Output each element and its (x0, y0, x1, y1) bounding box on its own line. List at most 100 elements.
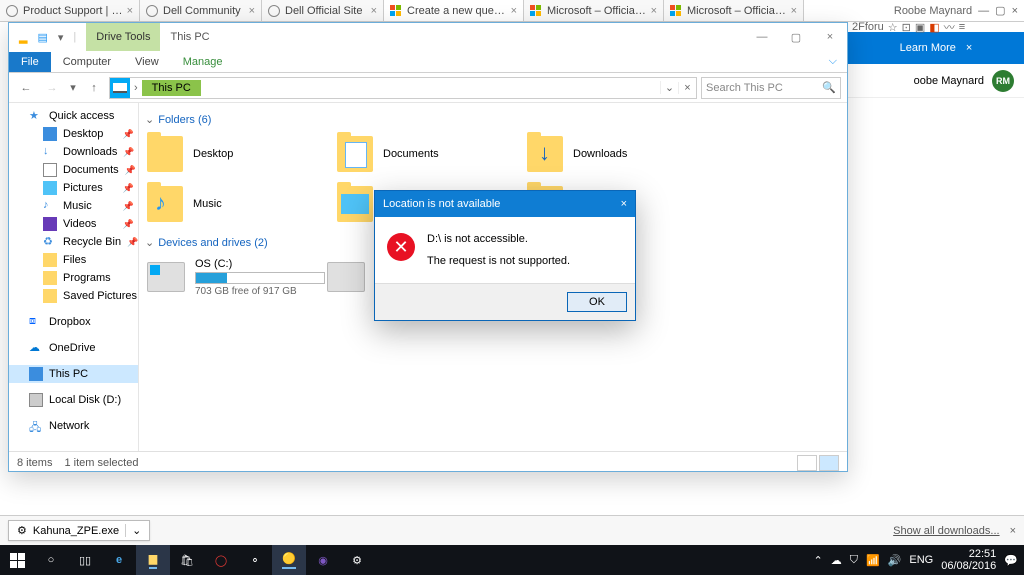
lang-indicator[interactable]: ENG (909, 554, 933, 566)
sidebar-item-documents[interactable]: Documents📌 (9, 161, 138, 179)
address-dropdown[interactable]: ⌄ (660, 81, 678, 94)
recent-dropdown[interactable]: ▾ (67, 77, 79, 99)
back-button[interactable]: ← (15, 77, 37, 99)
tiles-view-button[interactable] (819, 455, 839, 471)
sidebar-label: Desktop (63, 128, 103, 140)
sidebar-item-music[interactable]: ♪Music📌 (9, 197, 138, 215)
store-button[interactable]: 🛍 (170, 545, 204, 575)
close-icon[interactable]: × (1010, 525, 1016, 537)
close-icon[interactable]: × (791, 5, 797, 17)
folder-icon (337, 186, 373, 222)
app-button[interactable]: ◯ (204, 545, 238, 575)
details-view-button[interactable] (797, 455, 817, 471)
sidebar-item-network[interactable]: 🖧Network (9, 417, 138, 435)
task-view-button[interactable]: ▯▯ (68, 545, 102, 575)
ok-button[interactable]: OK (567, 292, 627, 312)
chrome-button[interactable]: 🟡 (272, 545, 306, 575)
minimize-button[interactable]: — (745, 23, 779, 51)
onedrive-tray-icon[interactable]: ☁ (831, 554, 842, 567)
close-icon[interactable]: × (621, 198, 627, 210)
close-icon[interactable]: × (127, 5, 133, 17)
properties-icon[interactable]: ▤ (37, 31, 47, 44)
drive-tools-tab[interactable]: Drive Tools (86, 23, 160, 51)
chevron-right-icon[interactable]: › (130, 82, 142, 94)
folder-music[interactable]: Music (145, 182, 335, 226)
close-icon[interactable]: × (371, 5, 377, 17)
sidebar-item-recycle[interactable]: ♻Recycle Bin📌 (9, 233, 138, 251)
tray-icon[interactable]: ⛉ (850, 554, 858, 567)
browser-tab[interactable]: Microsoft – Official Ho× (524, 0, 664, 21)
browser-tab[interactable]: Microsoft – Official Ho× (664, 0, 804, 21)
sidebar-item-thispc[interactable]: This PC (9, 365, 138, 383)
close-icon[interactable]: × (651, 5, 657, 17)
browser-tab[interactable]: Product Support | Dell× (0, 0, 140, 21)
title-bar[interactable]: ▂ ▤ ▾ | Drive Tools This PC — ▢ × (9, 23, 847, 51)
browser-tab-active[interactable]: Create a new question× (384, 0, 524, 21)
edge-button[interactable]: e (102, 545, 136, 575)
action-center-icon[interactable]: 💬 (1004, 554, 1018, 567)
ext-icon[interactable]: 〰 (944, 19, 955, 35)
address-bar[interactable]: › This PC ⌄ × (109, 77, 697, 99)
close-icon[interactable]: × (1012, 5, 1018, 17)
sidebar-item-videos[interactable]: Videos📌 (9, 215, 138, 233)
up-button[interactable]: ↑ (83, 77, 105, 99)
star-icon[interactable]: ☆ (888, 21, 898, 34)
ribbon-expand-icon[interactable]: ⌵ (819, 51, 847, 72)
learn-more-bar[interactable]: Learn More × (848, 32, 1024, 64)
tray-expand-icon[interactable]: ⌃ (814, 554, 823, 567)
show-all-downloads[interactable]: Show all downloads... (893, 525, 999, 537)
sidebar-item-saved-pictures[interactable]: Saved Pictures (9, 287, 138, 305)
forward-button[interactable]: → (41, 77, 63, 99)
close-icon[interactable]: × (511, 5, 517, 17)
sidebar-item-desktop[interactable]: Desktop📌 (9, 125, 138, 143)
explorer-button[interactable]: ▆ (136, 545, 170, 575)
folder-downloads[interactable]: Downloads (525, 132, 715, 176)
volume-tray-icon[interactable]: 🔊 (888, 554, 902, 567)
browser-tab[interactable]: Dell Official Site× (262, 0, 384, 21)
chevron-down-icon[interactable]: ⌄ (125, 524, 141, 537)
sidebar-item-dropbox[interactable]: ⧈Dropbox (9, 313, 138, 331)
folders-group-header[interactable]: ⌄Folders (6) (145, 109, 847, 132)
refresh-button[interactable]: × (678, 82, 696, 94)
office-icon[interactable]: ◧ (929, 21, 939, 34)
cortana-button[interactable]: ○ (34, 545, 68, 575)
folder-desktop[interactable]: Desktop (145, 132, 335, 176)
file-tab[interactable]: File (9, 52, 51, 72)
start-button[interactable] (0, 545, 34, 575)
dialog-title-bar[interactable]: Location is not available × (375, 191, 635, 217)
ext-icon[interactable]: ⊡ (902, 21, 911, 34)
menu-icon[interactable]: ≡ (959, 21, 965, 33)
sidebar-item-onedrive[interactable]: ☁OneDrive (9, 339, 138, 357)
settings-button[interactable]: ⚙ (340, 545, 374, 575)
close-icon[interactable]: × (249, 5, 255, 17)
download-chip[interactable]: ⚙ Kahuna_ZPE.exe ⌄ (8, 520, 150, 541)
qat-dropdown-icon[interactable]: ▾ (58, 31, 64, 44)
ext-icon[interactable]: ▣ (915, 21, 925, 34)
clock[interactable]: 22:51 06/08/2016 (941, 548, 996, 572)
breadcrumb-thispc[interactable]: This PC (142, 80, 201, 96)
drive-free: 703 GB free of 917 GB (195, 286, 325, 297)
sidebar-item-programs[interactable]: Programs (9, 269, 138, 287)
sidebar-item-files[interactable]: Files (9, 251, 138, 269)
computer-tab[interactable]: Computer (51, 52, 123, 72)
manage-tab[interactable]: Manage (171, 52, 235, 72)
sidebar-quick-access[interactable]: ★Quick access (9, 107, 138, 125)
item-count: 8 items (17, 457, 52, 469)
maximize-icon[interactable]: ▢ (995, 4, 1005, 17)
browser-tab[interactable]: Dell Community× (140, 0, 262, 21)
tor-button[interactable]: ◉ (306, 545, 340, 575)
search-input[interactable]: Search This PC 🔍 (701, 77, 841, 99)
minimize-icon[interactable]: — (978, 5, 989, 17)
drive-c[interactable]: OS (C:) 703 GB free of 917 GB (145, 255, 325, 299)
close-icon[interactable]: × (966, 42, 972, 54)
user-row[interactable]: oobe Maynard RM (848, 64, 1024, 98)
folder-documents[interactable]: Documents (335, 132, 525, 176)
network-tray-icon[interactable]: 📶 (866, 554, 880, 567)
sidebar-item-downloads[interactable]: ↓Downloads📌 (9, 143, 138, 161)
maximize-button[interactable]: ▢ (779, 23, 813, 51)
close-button[interactable]: × (813, 23, 847, 51)
app-button[interactable]: ⚬ (238, 545, 272, 575)
view-tab[interactable]: View (123, 52, 171, 72)
sidebar-item-locald[interactable]: Local Disk (D:) (9, 391, 138, 409)
sidebar-item-pictures[interactable]: Pictures📌 (9, 179, 138, 197)
